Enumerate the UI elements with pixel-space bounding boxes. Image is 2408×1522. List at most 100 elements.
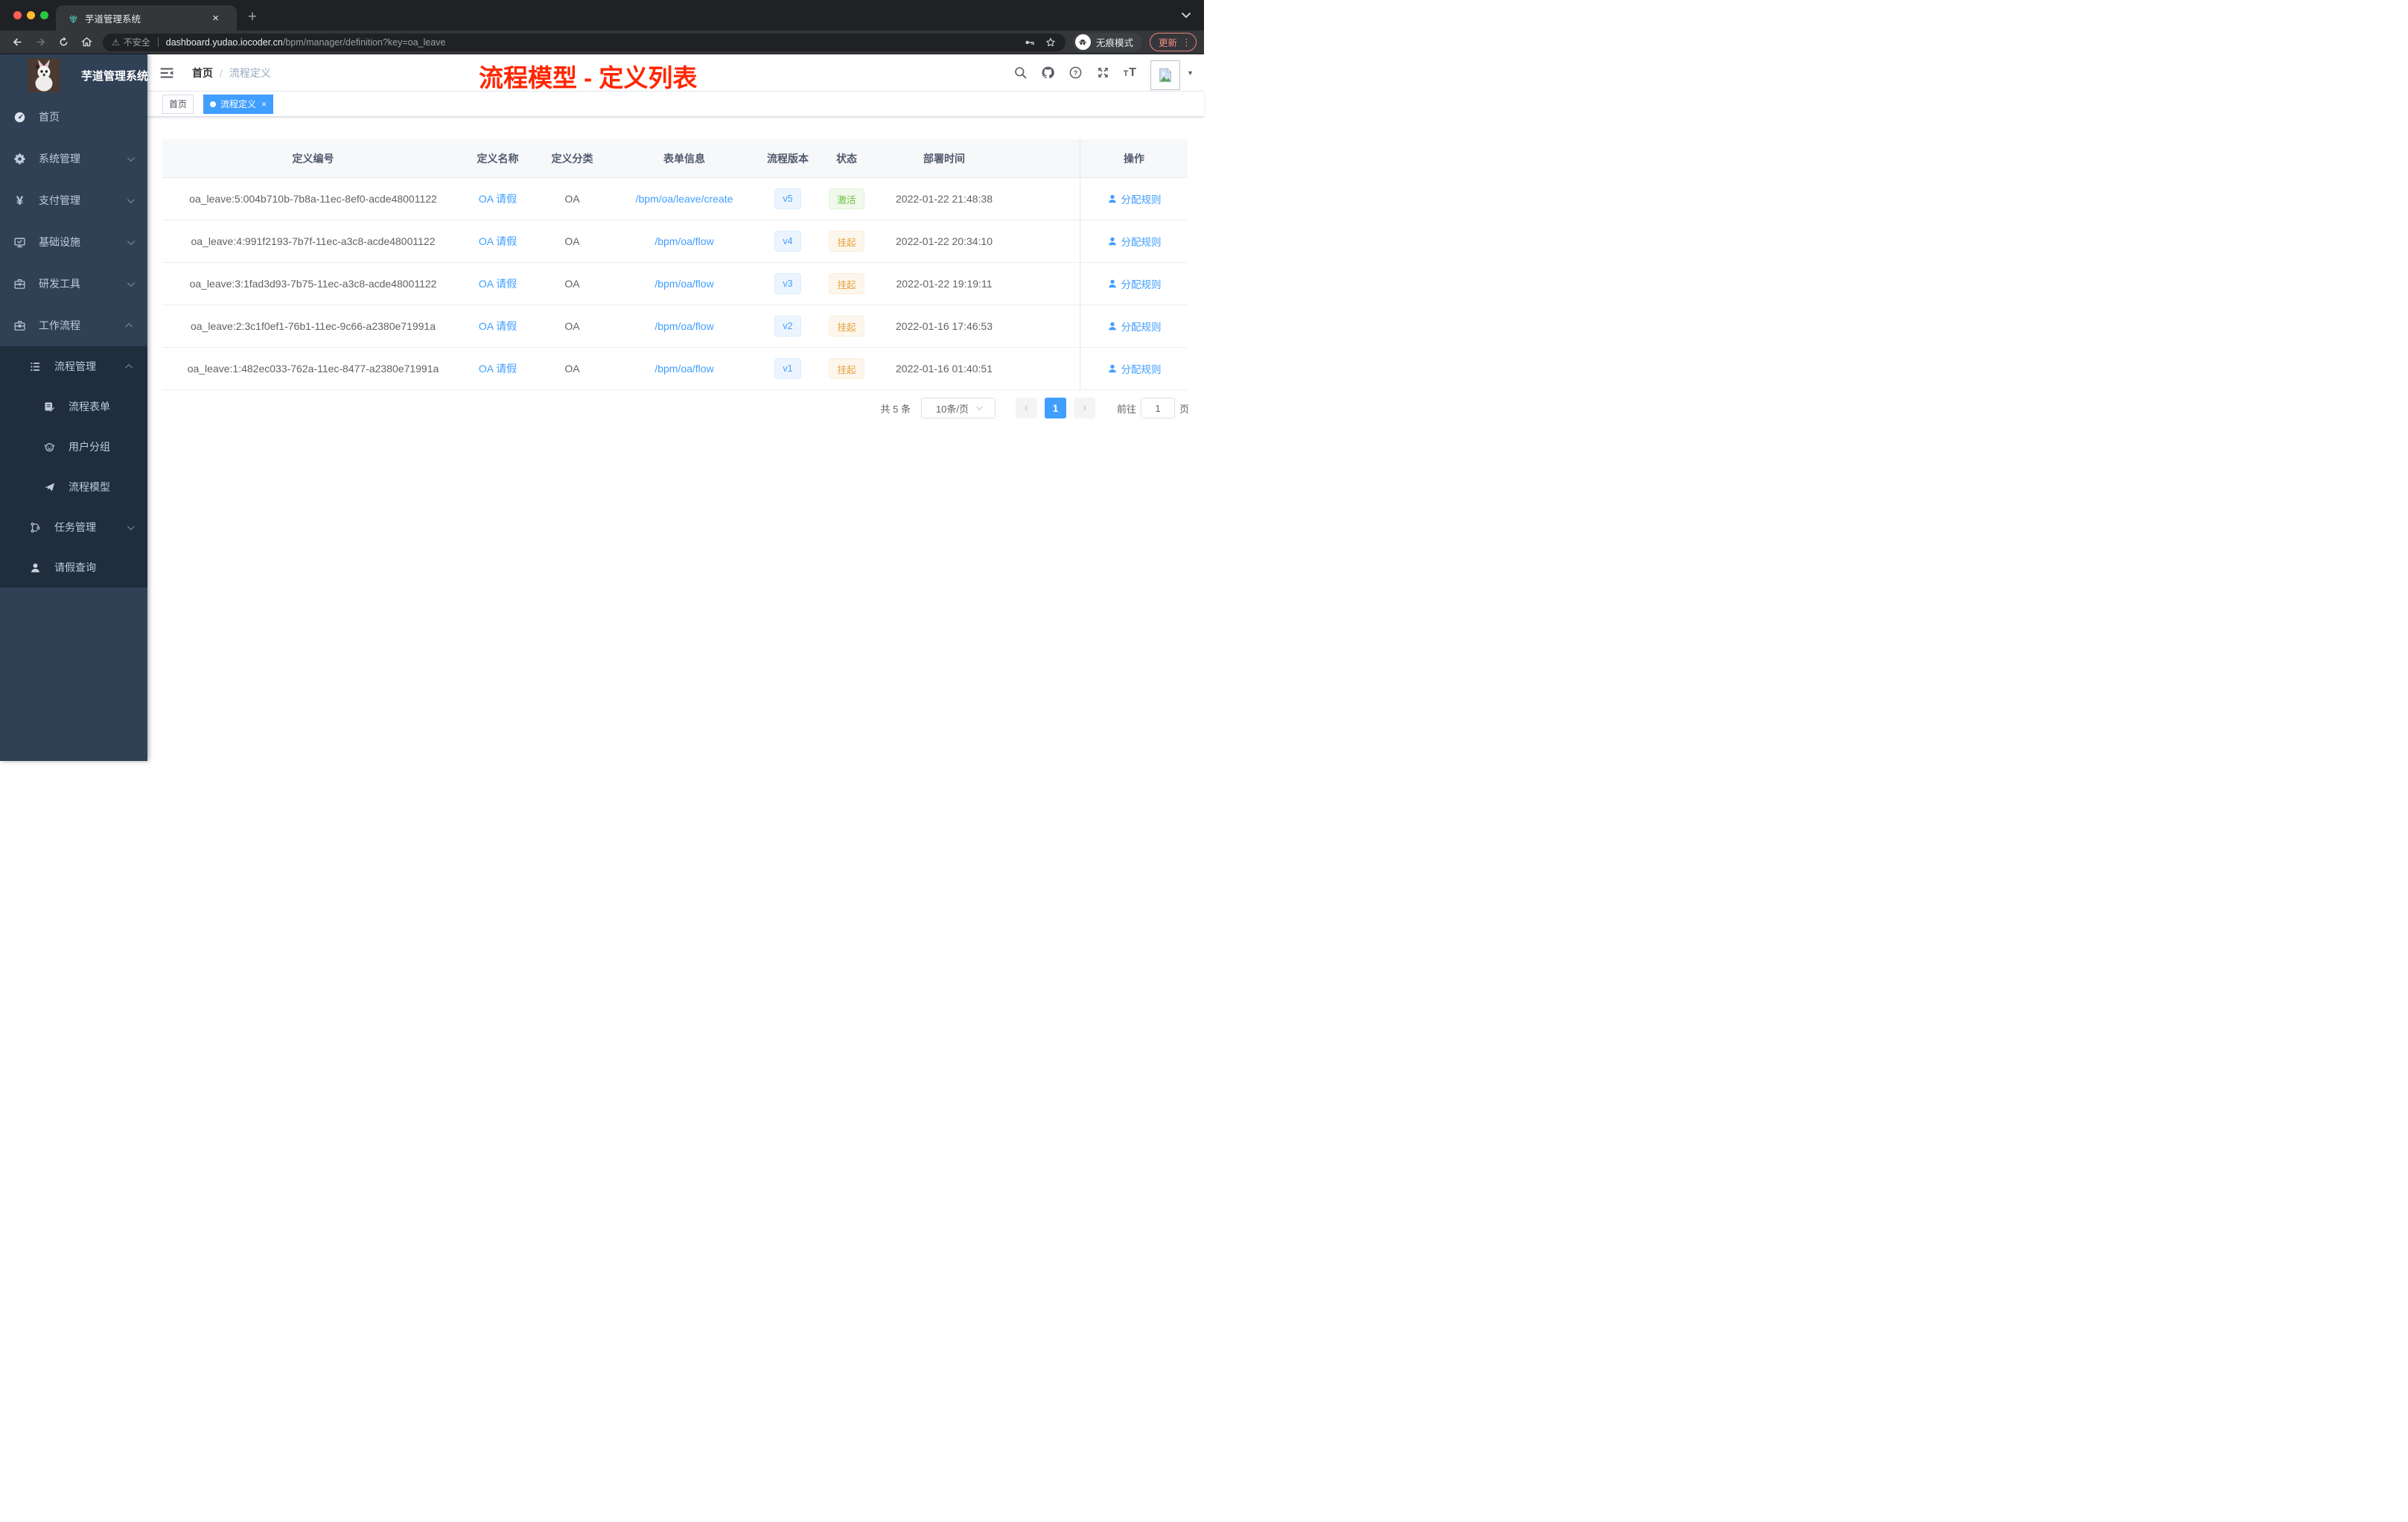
incognito-label: 无痕模式 [1095, 38, 1133, 48]
page-number-button[interactable]: 1 [1044, 398, 1066, 418]
sidebar-item-system-management[interactable]: 系统管理 [0, 138, 147, 179]
new-tab-button[interactable]: + [242, 7, 263, 28]
version-tag: v1 [774, 358, 801, 379]
sidebar-item-infrastructure[interactable]: 基础设施 [0, 221, 147, 263]
dashboard-icon [14, 112, 25, 122]
sidebar-item-dev-tools[interactable]: 研发工具 [0, 263, 147, 305]
assign-rule-button[interactable]: 分配规则 [1107, 234, 1162, 249]
definition-name-link[interactable]: OA 请假 [479, 320, 517, 332]
definition-id: oa_leave:5:004b710b-7b8a-11ec-8ef0-acde4… [189, 193, 437, 205]
tab-search-chevron-icon[interactable] [1180, 10, 1192, 24]
avatar[interactable] [1150, 60, 1181, 90]
app-title: 芋道管理系统 [81, 69, 149, 83]
header-actions: ? TT ▼ [1007, 58, 1204, 90]
paper-plane-icon [45, 483, 55, 491]
incognito-badge: 无痕模式 [1072, 32, 1142, 52]
sidebar-collapse-icon[interactable] [159, 66, 174, 80]
definition-name-link[interactable]: OA 请假 [479, 363, 517, 375]
deploy-time: 2022-01-22 20:34:10 [896, 235, 993, 247]
deploy-time: 2022-01-22 19:19:11 [896, 278, 993, 290]
status-badge: 激活 [829, 188, 864, 209]
app-logo[interactable]: 芋道管理系统 [0, 54, 149, 96]
search-icon[interactable] [1013, 66, 1028, 80]
goto-page-input[interactable] [1140, 398, 1175, 418]
back-icon[interactable] [11, 36, 24, 48]
form-info-link[interactable]: /bpm/oa/leave/create [636, 193, 733, 205]
fullscreen-icon[interactable] [1096, 66, 1110, 80]
table-row: oa_leave:3:1fad3d93-7b75-11ec-a3c8-acde4… [162, 263, 1188, 305]
sidebar-item-process-management[interactable]: 流程管理 [0, 346, 147, 386]
definition-name-link[interactable]: OA 请假 [479, 278, 517, 290]
minimize-window-button[interactable] [27, 11, 35, 19]
pagination: 共 5 条 10条/页 ‹ 1 › 前往 页 [162, 398, 1189, 418]
browser-tab-strip: 芋道管理系统 × + [0, 0, 1204, 31]
avatar-dropdown-caret-icon[interactable]: ▼ [1187, 69, 1194, 77]
col-header-form-info: 表单信息 [663, 152, 705, 165]
chevron-down-icon [127, 195, 135, 203]
sidebar-item-user-group[interactable]: 用户分组 [0, 427, 147, 467]
version-tag: v3 [774, 273, 801, 294]
url-field[interactable]: ⚠ 不安全 dashboard.yudao.iocoder.cn /bpm/ma… [103, 33, 1066, 51]
sidebar-item-task-management[interactable]: 任务管理 [0, 507, 147, 547]
not-secure-warning-icon[interactable]: ⚠ [112, 37, 120, 48]
user-icon [1108, 364, 1116, 373]
status-badge: 挂起 [829, 231, 864, 252]
browser-url-bar: ⚠ 不安全 dashboard.yudao.iocoder.cn /bpm/ma… [0, 31, 1204, 54]
definition-name-link[interactable]: OA 请假 [479, 193, 517, 205]
table-row: oa_leave:5:004b710b-7b8a-11ec-8ef0-acde4… [162, 178, 1188, 220]
form-info-link[interactable]: /bpm/oa/flow [654, 278, 713, 290]
definition-category: OA [564, 363, 580, 375]
sidebar-item-leave-query[interactable]: 请假查询 [0, 547, 147, 588]
toolbox-icon [14, 278, 25, 289]
chevron-down-icon [127, 153, 135, 162]
form-info-link[interactable]: /bpm/oa/flow [654, 320, 713, 332]
deploy-time: 2022-01-16 17:46:53 [896, 320, 993, 332]
update-button[interactable]: 更新 ⋮ [1149, 33, 1197, 51]
prev-page-button[interactable]: ‹ [1015, 398, 1037, 418]
tag-close-icon[interactable]: × [261, 99, 267, 109]
browser-menu-icon[interactable]: ⋮ [1182, 36, 1191, 48]
form-info-link[interactable]: /bpm/oa/flow [654, 363, 713, 375]
font-size-icon[interactable]: TT [1124, 66, 1138, 80]
reload-icon[interactable] [57, 36, 70, 48]
page-size-select[interactable]: 10条/页 [920, 398, 996, 418]
tree-list-icon [31, 362, 40, 371]
definition-category: OA [564, 278, 580, 290]
page-header: 首页 / 流程定义 流程模型 - 定义列表 ? TT ▼ [147, 54, 1204, 92]
browser-tab[interactable]: 芋道管理系统 × [56, 5, 237, 31]
password-key-icon[interactable] [1024, 36, 1036, 48]
traffic-lights[interactable] [13, 11, 48, 19]
sidebar-item-process-model[interactable]: 流程模型 [0, 467, 147, 507]
assign-rule-button[interactable]: 分配规则 [1107, 276, 1162, 291]
robot-face-icon [44, 442, 55, 451]
assign-rule-button[interactable]: 分配规则 [1107, 319, 1162, 334]
col-header-definition-name: 定义名称 [477, 152, 519, 165]
tab-close-icon[interactable]: × [212, 12, 219, 25]
close-window-button[interactable] [13, 11, 22, 19]
bookmark-star-icon[interactable] [1045, 36, 1057, 48]
sidebar-item-process-form[interactable]: 流程表单 [0, 386, 147, 427]
breadcrumb-home[interactable]: 首页 [192, 66, 213, 80]
deploy-time: 2022-01-16 01:40:51 [896, 363, 993, 375]
not-secure-label: 不安全 [123, 37, 150, 48]
maximize-window-button[interactable] [40, 11, 48, 19]
github-icon[interactable] [1041, 66, 1055, 80]
forward-icon[interactable] [34, 36, 47, 48]
chevron-down-icon [127, 522, 135, 530]
tag-home[interactable]: 首页 [162, 94, 194, 114]
deploy-time: 2022-01-22 21:48:38 [896, 193, 993, 205]
chevron-down-icon [127, 278, 135, 287]
gear-icon [14, 153, 25, 165]
tag-process-definition[interactable]: 流程定义 × [203, 94, 274, 114]
form-info-link[interactable]: /bpm/oa/flow [654, 235, 713, 247]
assign-rule-button[interactable]: 分配规则 [1107, 191, 1162, 206]
home-icon[interactable] [80, 36, 93, 48]
assign-rule-button[interactable]: 分配规则 [1107, 361, 1162, 376]
sidebar-item-home[interactable]: 首页 [0, 96, 147, 138]
definition-name-link[interactable]: OA 请假 [479, 235, 517, 247]
help-icon[interactable]: ? [1068, 66, 1083, 80]
sidebar-item-workflow[interactable]: 工作流程 [0, 305, 147, 346]
next-page-button[interactable]: › [1073, 398, 1095, 418]
sidebar-item-payment-management[interactable]: ¥ 支付管理 [0, 179, 147, 221]
url-divider [157, 37, 159, 47]
